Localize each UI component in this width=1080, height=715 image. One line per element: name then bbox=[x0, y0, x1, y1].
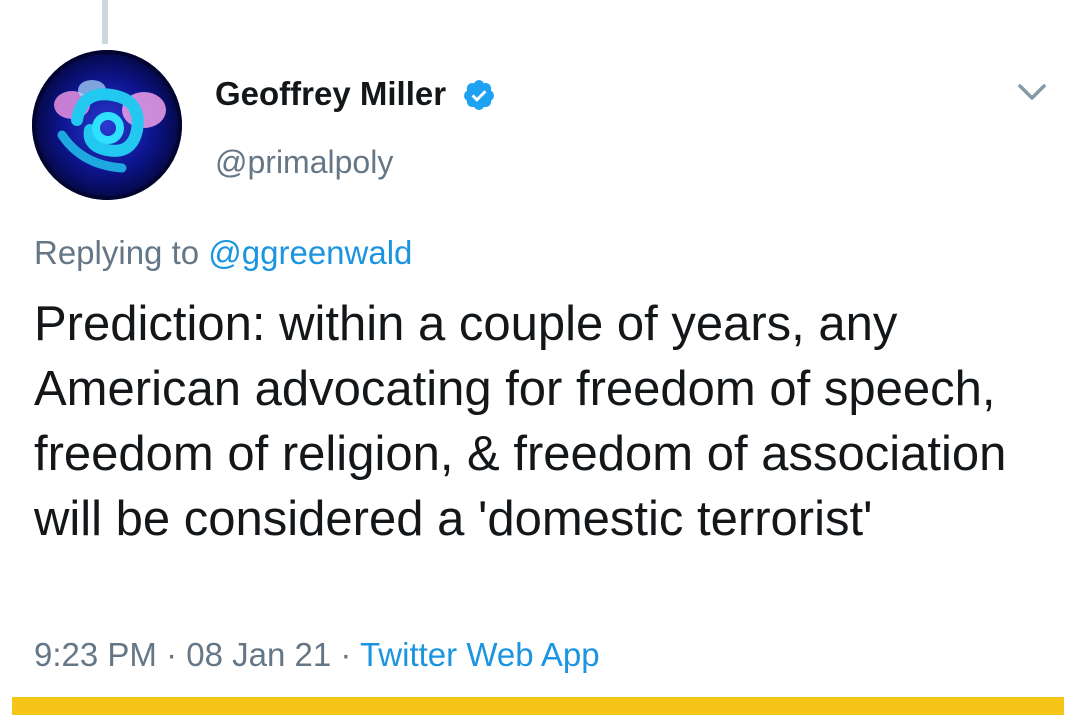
highlight-bar bbox=[12, 697, 1064, 715]
tweet-date[interactable]: 08 Jan 21 bbox=[186, 636, 331, 673]
tweet-metadata: 9:23 PM · 08 Jan 21 · Twitter Web App bbox=[34, 634, 600, 676]
meta-separator: · bbox=[166, 636, 178, 673]
verified-badge-icon bbox=[464, 80, 494, 110]
replying-to-label: Replying to bbox=[34, 234, 200, 271]
reply-to-handle-link[interactable]: @ggreenwald bbox=[208, 234, 412, 271]
thread-connector-line bbox=[102, 0, 108, 44]
avatar-image bbox=[32, 50, 182, 200]
tweet-text: Prediction: within a couple of years, an… bbox=[34, 297, 1007, 546]
tweet-source-link[interactable]: Twitter Web App bbox=[360, 636, 600, 673]
replying-to-line: Replying to @ggreenwald bbox=[34, 232, 412, 274]
meta-separator: · bbox=[340, 636, 352, 673]
author-handle[interactable]: @primalpoly bbox=[215, 142, 393, 182]
chevron-down-icon[interactable] bbox=[1012, 76, 1052, 108]
tweet-time[interactable]: 9:23 PM bbox=[34, 636, 157, 673]
avatar[interactable] bbox=[32, 50, 182, 200]
author-display-name[interactable]: Geoffrey Miller bbox=[215, 74, 446, 114]
